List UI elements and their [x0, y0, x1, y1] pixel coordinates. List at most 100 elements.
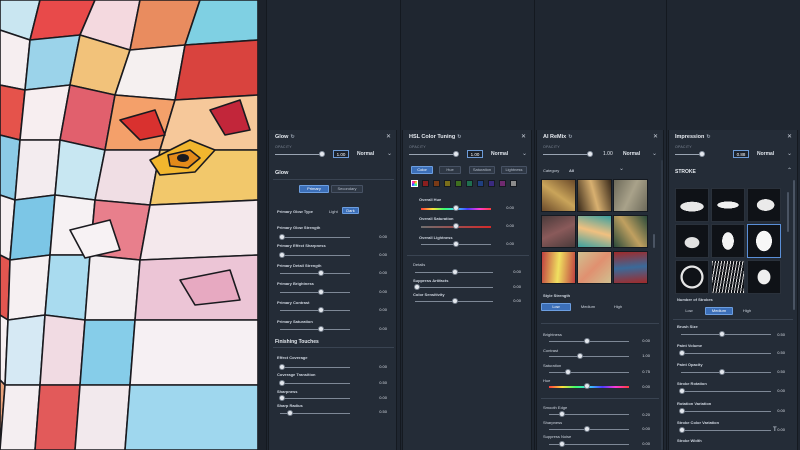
opacity-slider-track[interactable]	[543, 154, 591, 155]
slider-handle[interactable]	[679, 388, 685, 394]
style-thumbnail[interactable]	[577, 215, 612, 248]
opacity-input[interactable]: 0.88	[733, 150, 749, 158]
style-thumbnail[interactable]	[541, 179, 576, 212]
slider-handle[interactable]	[318, 270, 324, 276]
color-swatch[interactable]	[510, 180, 517, 187]
strength-low[interactable]: Low	[541, 303, 571, 311]
opacity-input[interactable]: 1.00	[467, 150, 483, 158]
color-swatch[interactable]	[488, 180, 495, 187]
slider-track[interactable]	[280, 329, 350, 330]
brush-preset[interactable]	[747, 260, 781, 294]
slider-handle[interactable]	[279, 234, 285, 240]
slider-track[interactable]	[681, 391, 771, 392]
tab-color[interactable]: Color	[411, 166, 433, 174]
glow-type-dark[interactable]: Dark	[342, 207, 359, 214]
opacity-slider-track[interactable]	[275, 154, 323, 155]
chevron-down-icon[interactable]: ⌄	[387, 150, 392, 157]
slider-handle[interactable]	[577, 353, 583, 359]
close-icon[interactable]: ✕	[787, 133, 792, 140]
slider-track[interactable]	[415, 287, 493, 288]
panel-scrollbar[interactable]	[793, 180, 795, 310]
slider-handle[interactable]	[719, 331, 725, 337]
brush-preset[interactable]	[675, 224, 709, 258]
reset-icon[interactable]: ↻	[457, 134, 461, 140]
slider-track[interactable]	[280, 292, 350, 293]
slider-handle[interactable]	[559, 441, 565, 447]
strength-medium[interactable]: Medium	[573, 303, 603, 311]
style-thumbnail[interactable]	[541, 215, 576, 248]
slider-track[interactable]	[681, 372, 771, 373]
slider-handle[interactable]	[279, 252, 285, 258]
slider-handle[interactable]	[584, 338, 590, 344]
slider-handle[interactable]	[318, 307, 324, 313]
slider-track[interactable]	[280, 273, 350, 274]
brush-preset[interactable]	[747, 188, 781, 222]
slider-handle[interactable]	[453, 223, 459, 229]
color-swatch[interactable]	[433, 180, 440, 187]
brush-preset[interactable]	[711, 188, 745, 222]
strength-high[interactable]: High	[603, 303, 633, 311]
tab-secondary[interactable]: Secondary	[331, 185, 363, 193]
style-thumbnail[interactable]	[577, 251, 612, 284]
text-tool-icon[interactable]: T	[773, 427, 777, 433]
color-swatch[interactable]	[477, 180, 484, 187]
opacity-input[interactable]: 1.00	[333, 150, 349, 158]
slider-track[interactable]	[549, 372, 629, 373]
slider-handle[interactable]	[453, 205, 459, 211]
image-canvas[interactable]	[0, 0, 258, 450]
brush-preset[interactable]	[675, 188, 709, 222]
slider-handle[interactable]	[287, 410, 293, 416]
slider-handle[interactable]	[452, 269, 458, 275]
slider-handle[interactable]	[719, 369, 725, 375]
category-select[interactable]: All	[569, 168, 574, 173]
gallery-scrollbar[interactable]	[653, 234, 655, 248]
slider-track[interactable]	[681, 430, 771, 431]
slider-track[interactable]	[681, 334, 771, 335]
close-icon[interactable]: ✕	[653, 133, 658, 140]
slider-handle[interactable]	[679, 427, 685, 433]
chevron-down-icon[interactable]: ⌄	[652, 150, 657, 157]
opacity-slider-handle[interactable]	[453, 151, 459, 157]
brush-preset[interactable]	[711, 260, 745, 294]
chevron-down-icon[interactable]: ⌄	[522, 150, 527, 157]
slider-handle[interactable]	[279, 380, 285, 386]
close-icon[interactable]: ✕	[521, 133, 526, 140]
slider-track[interactable]	[681, 353, 771, 354]
tab-primary[interactable]: Primary	[299, 185, 329, 193]
slider-track[interactable]	[280, 367, 350, 368]
slider-handle[interactable]	[679, 408, 685, 414]
color-swatch[interactable]	[455, 180, 462, 187]
blend-mode-select[interactable]: Normal	[623, 151, 640, 157]
style-thumbnail[interactable]	[613, 251, 648, 284]
style-thumbnail[interactable]	[613, 179, 648, 212]
style-thumbnail[interactable]	[613, 215, 648, 248]
slider-handle[interactable]	[452, 298, 458, 304]
slider-handle[interactable]	[565, 369, 571, 375]
opacity-slider-handle[interactable]	[319, 151, 325, 157]
panel-scrollbar[interactable]	[661, 160, 663, 450]
blend-mode-select[interactable]: Normal	[757, 151, 774, 157]
strokes-low[interactable]: Low	[677, 307, 701, 315]
strokes-high[interactable]: High	[735, 307, 759, 315]
slider-handle[interactable]	[679, 350, 685, 356]
tab-saturation[interactable]: Saturation	[469, 166, 495, 174]
color-swatch[interactable]	[411, 180, 418, 187]
slider-track[interactable]	[280, 310, 350, 311]
opacity-slider-track[interactable]	[409, 154, 457, 155]
slider-handle[interactable]	[279, 364, 285, 370]
slider-track[interactable]	[681, 411, 771, 412]
slider-handle[interactable]	[453, 241, 459, 247]
slider-handle[interactable]	[318, 289, 324, 295]
strokes-medium[interactable]: Medium	[705, 307, 733, 315]
brush-preset[interactable]	[675, 260, 709, 294]
chevron-down-icon[interactable]: ⌄	[619, 165, 624, 172]
reset-icon[interactable]: ↻	[706, 134, 710, 140]
tab-lightness[interactable]: Lightness	[501, 166, 527, 174]
tab-hue[interactable]: Hue	[439, 166, 461, 174]
slider-handle[interactable]	[559, 411, 565, 417]
slider-handle[interactable]	[318, 326, 324, 332]
glow-type-light[interactable]: Light	[329, 209, 338, 214]
style-thumbnail[interactable]	[577, 179, 612, 212]
color-swatch[interactable]	[444, 180, 451, 187]
reset-icon[interactable]: ↻	[568, 134, 572, 140]
